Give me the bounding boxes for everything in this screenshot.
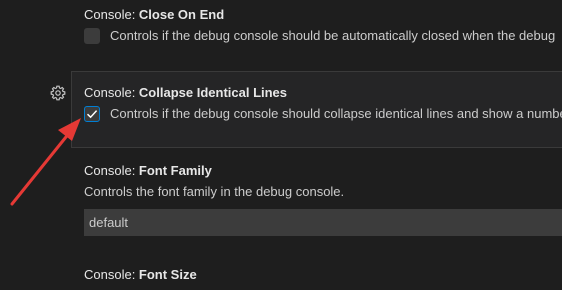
setting-label: Close On End [138, 7, 225, 22]
close-on-end-checkbox[interactable] [84, 28, 100, 44]
setting-title-font-size: Console: Font Size [84, 267, 197, 282]
setting-title-collapse-identical-lines: Console: Collapse Identical Lines [84, 85, 287, 100]
setting-category: Console: [84, 85, 139, 100]
gear-icon-svg [50, 85, 66, 101]
setting-description-font-family: Controls the font family in the debug co… [84, 184, 345, 199]
setting-description-collapse-identical-lines: Controls if the debug console should col… [110, 106, 562, 121]
setting-category: Console: [84, 163, 139, 178]
font-family-input[interactable]: default [84, 209, 562, 236]
setting-label: Collapse Identical Lines [138, 85, 288, 100]
setting-title-close-on-end: Console: Close On End [84, 7, 224, 22]
collapse-identical-lines-checkbox[interactable] [84, 106, 100, 122]
setting-description-close-on-end: Controls if the debug console should be … [110, 28, 556, 43]
gear-icon[interactable] [50, 85, 66, 101]
arrow-shaft [10, 130, 72, 206]
setting-category: Console: [84, 7, 139, 22]
setting-label: Font Size [138, 267, 197, 282]
setting-title-font-family: Console: Font Family [84, 163, 212, 178]
checkmark-icon [86, 110, 98, 119]
setting-label: Font Family [138, 163, 212, 178]
settings-editor: Console: Close On End Controls if the de… [0, 0, 562, 290]
setting-category: Console: [84, 267, 139, 282]
